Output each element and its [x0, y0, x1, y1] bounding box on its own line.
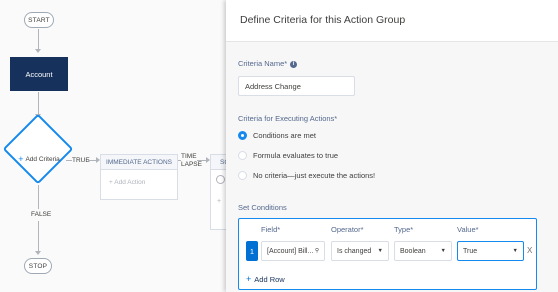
column-header-type: Type*	[394, 225, 414, 234]
executing-criteria-label: Criteria for Executing Actions*	[238, 114, 338, 123]
row-number-badge: 1	[246, 241, 258, 261]
add-schedule-button[interactable]: +	[217, 198, 226, 205]
start-node: START	[24, 12, 54, 28]
stop-node: STOP	[24, 258, 52, 274]
operator-select[interactable]: Is changed ▼	[331, 241, 389, 261]
field-picker-value: [Account] Bill...	[267, 247, 314, 255]
radio-label: Formula evaluates to true	[253, 151, 339, 160]
criteria-name-label: Criteria Name* i	[238, 59, 298, 68]
column-header-field: Field*	[261, 225, 281, 234]
operator-select-value: Is changed	[337, 247, 372, 255]
scheduled-actions-box: SCH +	[210, 154, 226, 230]
radio-no-criteria[interactable]: No criteria—just execute the actions!	[238, 171, 375, 180]
type-select-value: Boolean	[400, 247, 426, 255]
column-header-value: Value*	[457, 225, 479, 234]
connector-line	[38, 92, 39, 114]
panel-title: Define Criteria for this Action Group	[226, 0, 558, 42]
add-action-label: Add Action	[114, 179, 146, 186]
add-row-button[interactable]: + Add Row	[246, 274, 285, 284]
conditions-table: Field* Operator* Type* Value* 1 [Account…	[238, 218, 537, 290]
radio-label: No criteria—just execute the actions!	[253, 171, 376, 180]
radio-unchecked-icon	[238, 171, 247, 180]
immediate-actions-header: IMMEDIATE ACTIONS	[101, 155, 177, 170]
value-select-value: True	[463, 247, 478, 255]
criteria-name-input[interactable]: Address Change	[238, 76, 355, 96]
object-node-account[interactable]: Account	[10, 57, 68, 91]
criteria-name-label-text: Criteria Name*	[238, 59, 288, 68]
criteria-diamond[interactable]	[2, 113, 74, 185]
chevron-down-icon: ▼	[440, 248, 446, 254]
set-conditions-label: Set Conditions	[238, 203, 287, 212]
add-criteria-label: Add Criteria	[25, 155, 60, 163]
column-header-operator: Operator*	[331, 225, 364, 234]
process-canvas: START Account + Add Criteria TRUE FALSE …	[0, 0, 226, 292]
connector-line	[38, 29, 39, 49]
connector-line	[38, 185, 39, 209]
add-action-button[interactable]: + Add Action	[101, 170, 177, 186]
radio-formula-true[interactable]: Formula evaluates to true	[238, 151, 338, 160]
time-lapse-label: TIME LAPSE	[181, 153, 202, 169]
radio-checked-icon	[238, 131, 247, 140]
field-picker[interactable]: [Account] Bill... ⚲	[261, 241, 325, 261]
chevron-down-icon: ▼	[377, 248, 383, 254]
true-branch-label: TRUE	[72, 157, 90, 164]
delete-row-button[interactable]: X	[527, 246, 532, 255]
immediate-actions-box: IMMEDIATE ACTIONS + Add Action	[100, 154, 178, 200]
plus-icon: +	[246, 274, 252, 284]
add-row-label: Add Row	[254, 274, 285, 284]
false-branch-label: FALSE	[31, 211, 52, 218]
radio-label: Conditions are met	[253, 131, 316, 140]
info-icon[interactable]: i	[290, 60, 298, 68]
time-lapse-line2: LAPSE	[181, 161, 202, 168]
radio-unchecked-icon	[238, 151, 247, 160]
criteria-panel: Define Criteria for this Action Group Cr…	[226, 0, 558, 292]
connector-line	[38, 221, 39, 251]
add-criteria-button[interactable]: + Add Criteria	[9, 154, 69, 164]
scheduled-actions-header: SCH	[211, 155, 226, 170]
clock-icon	[216, 175, 225, 184]
panel-body: Criteria Name* i Address Change Criteria …	[226, 42, 558, 292]
radio-conditions-met[interactable]: Conditions are met	[238, 131, 316, 140]
search-icon: ⚲	[314, 248, 319, 254]
time-lapse-line1: TIME	[181, 153, 197, 160]
value-select[interactable]: True ▼	[457, 241, 524, 261]
chevron-down-icon: ▼	[512, 248, 518, 254]
arrow-down-icon	[35, 251, 41, 255]
plus-icon: +	[18, 154, 24, 164]
arrow-down-icon	[35, 49, 41, 53]
type-select[interactable]: Boolean ▼	[394, 241, 452, 261]
